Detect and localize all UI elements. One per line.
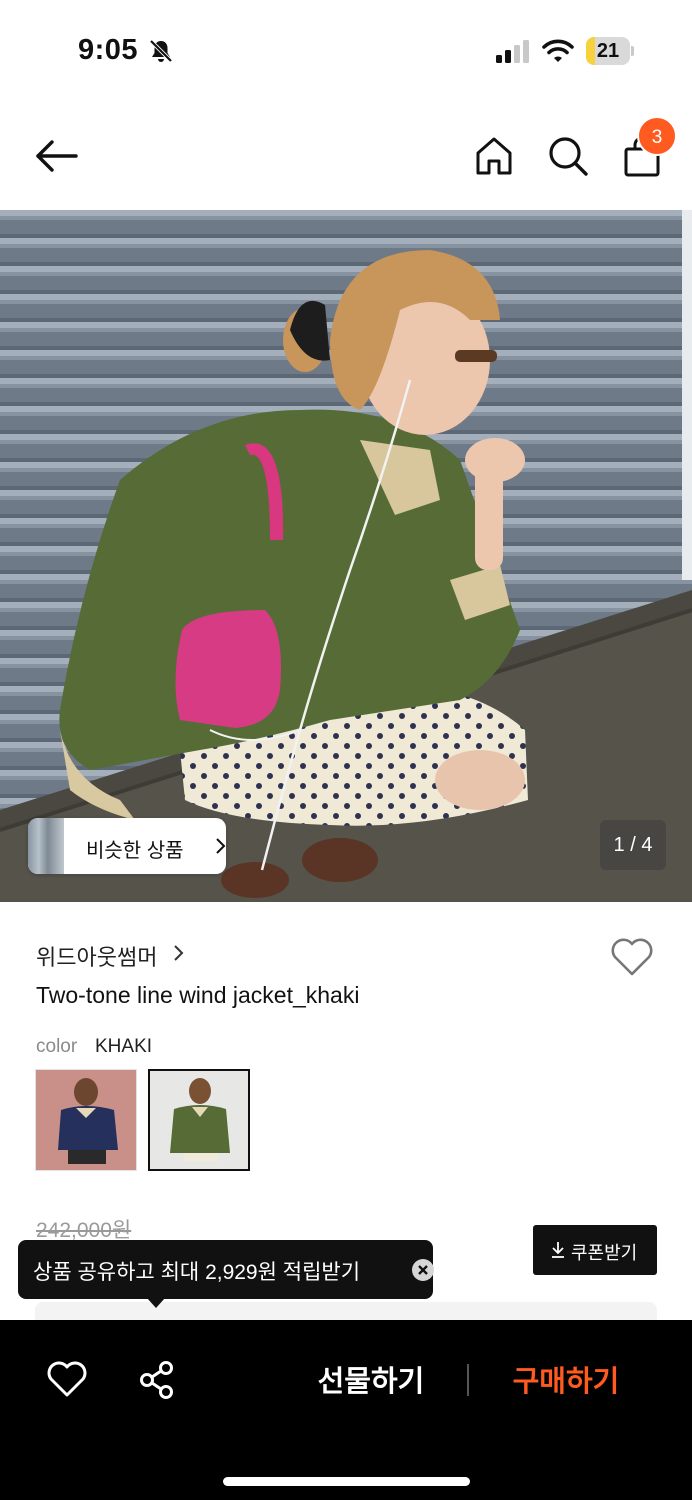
share-reward-tooltip: 상품 공유하고 최대 2,929원 적립받기 [18, 1240, 435, 1299]
image-counter: 1 / 4 [600, 820, 666, 870]
color-swatch-navy[interactable] [35, 1069, 137, 1171]
signal-icon [496, 40, 529, 63]
color-value: KHAKI [95, 1036, 153, 1057]
battery-level: 21 [596, 40, 620, 62]
home-button[interactable] [472, 134, 516, 178]
wishlist-button[interactable] [608, 934, 656, 980]
close-icon [412, 1259, 434, 1281]
similar-products-thumbnail [28, 818, 64, 874]
swatch-navy-image [36, 1070, 136, 1170]
heart-icon [47, 1361, 87, 1397]
wifi-icon [542, 39, 574, 62]
home-icon [476, 137, 512, 175]
gift-button[interactable]: 선물하기 [306, 1358, 436, 1406]
chevron-right-icon [174, 945, 184, 961]
coupon-label: 쿠폰받기 [571, 1243, 638, 1263]
chevron-right-icon [216, 838, 226, 854]
share-icon [140, 1361, 173, 1399]
color-label: color [36, 1036, 78, 1057]
arrow-left-icon [36, 140, 78, 172]
home-indicator[interactable] [223, 1477, 470, 1486]
similar-products-button[interactable]: 비슷한 상품 [28, 818, 226, 874]
search-icon [549, 137, 588, 176]
tooltip-text: 상품 공유하고 최대 2,929원 적립받기 [33, 1261, 361, 1284]
tooltip-close-button[interactable] [411, 1258, 435, 1282]
bar-divider [467, 1364, 469, 1396]
status-time: 9:05 [78, 34, 139, 66]
download-coupon-button[interactable]: 쿠폰받기 [533, 1225, 657, 1275]
battery-indicator: 21 [586, 37, 634, 65]
product-name: Two-tone line wind jacket_khaki [36, 982, 360, 1008]
bell-off-icon [149, 39, 173, 63]
download-icon [552, 1242, 564, 1258]
search-button[interactable] [546, 134, 590, 178]
product-photo [0, 210, 692, 902]
status-bar: 9:05 21 [0, 0, 692, 100]
product-image[interactable] [0, 210, 692, 902]
share-button[interactable] [138, 1360, 176, 1400]
battery-cap [631, 46, 634, 56]
brand-link[interactable]: 위드아웃썸머 [36, 940, 157, 972]
heart-icon [611, 938, 653, 976]
swatch-khaki-image [150, 1071, 248, 1169]
buy-button[interactable]: 구매하기 [500, 1358, 632, 1406]
app-header [0, 100, 692, 210]
bottom-wishlist-button[interactable] [46, 1360, 88, 1400]
back-button[interactable] [30, 134, 82, 178]
color-swatch-khaki[interactable] [148, 1069, 250, 1171]
bottom-action-bar: 선물하기 구매하기 [0, 1320, 692, 1500]
bag-count-badge: 3 [637, 116, 677, 156]
battery-body: 21 [586, 37, 630, 65]
similar-products-label: 비슷한 상품 [86, 840, 184, 862]
tooltip-arrow [147, 1298, 165, 1308]
